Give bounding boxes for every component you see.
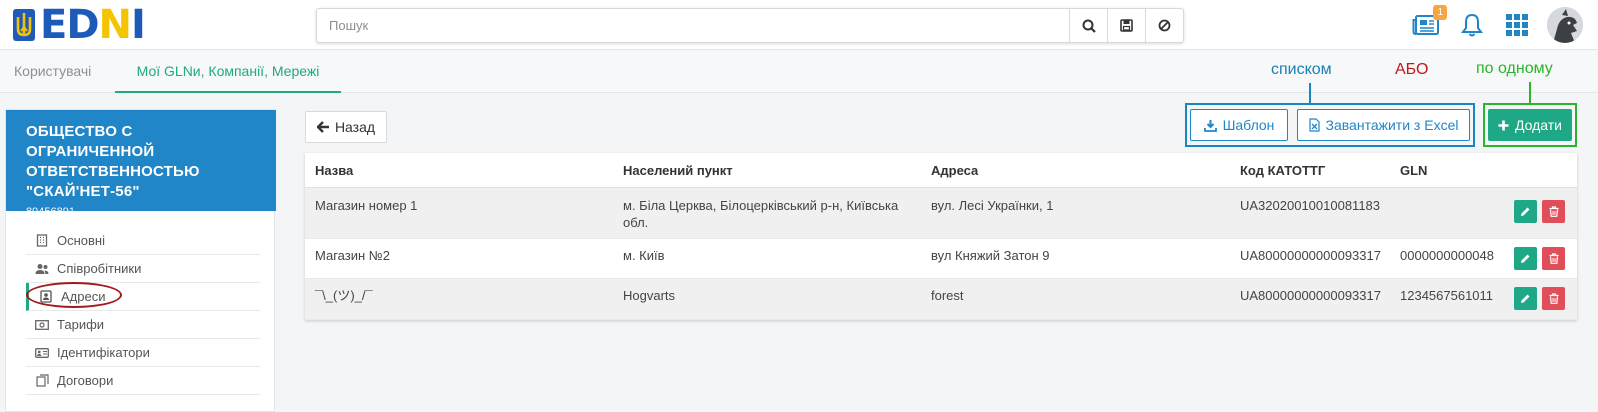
search-bar: [316, 8, 1184, 43]
table-header: Назва Населений пункт Адреса Код КАТОТТГ…: [305, 153, 1577, 188]
pencil-icon: [1521, 207, 1530, 216]
cell-address: вул. Лесі Українки, 1: [931, 198, 1054, 213]
notifications-button[interactable]: [1459, 10, 1485, 40]
annotation-one-by-one: по одному: [1476, 60, 1553, 77]
table-row[interactable]: ¯\_(ツ)_/¯ Hogvarts forest UA800000000000…: [305, 279, 1577, 320]
back-button[interactable]: Назад: [305, 111, 387, 143]
cell-gln: 1234567561011: [1400, 288, 1494, 303]
company-card: ОБЩЕСТВО С ОГРАНИЧЕННОЙ ОТВЕТСТВЕННОСТЬЮ…: [6, 110, 276, 218]
cell-gln: 0000000000048: [1400, 248, 1494, 263]
top-header: EDNI 1: [0, 0, 1598, 50]
cell-address: forest: [931, 288, 964, 303]
apps-button[interactable]: [1504, 10, 1530, 40]
news-button[interactable]: 1: [1411, 5, 1447, 40]
cell-name: ¯\_(ツ)_/¯: [315, 288, 373, 303]
trident-icon: [12, 8, 36, 42]
cell-name: Магазин номер 1: [315, 198, 418, 213]
annotation-list: списком: [1271, 61, 1332, 78]
cell-katottg: UA80000000000093317: [1240, 248, 1381, 263]
edin-logo[interactable]: EDNI: [12, 2, 146, 48]
ban-icon: [1158, 19, 1171, 32]
logo-wordmark: EDNI: [40, 2, 146, 48]
users-icon: [35, 262, 49, 276]
company-code: 89456891: [26, 206, 75, 218]
column-header-gln[interactable]: GLN: [1400, 153, 1427, 188]
menu-label: Договори: [57, 373, 114, 388]
cell-address: вул Княжий Затон 9: [931, 248, 1050, 263]
grid-icon: [1506, 14, 1528, 36]
column-header-city[interactable]: Населений пункт: [623, 153, 733, 188]
search-button[interactable]: [1069, 9, 1107, 42]
building-icon: [35, 234, 49, 248]
contact-card-icon: [39, 290, 53, 304]
menu-label: Співробітники: [57, 261, 142, 276]
cell-city: м. Біла Церква, Білоцерківський р-н, Киї…: [623, 198, 899, 230]
menu-item-tariffs[interactable]: Тарифи: [26, 311, 260, 339]
excel-file-icon: [1308, 118, 1320, 132]
delete-button[interactable]: [1542, 200, 1565, 223]
edit-button[interactable]: [1514, 247, 1537, 270]
cell-name: Магазин №2: [315, 248, 390, 263]
download-template-button[interactable]: Шаблон: [1190, 109, 1288, 141]
arrow-left-icon: [316, 121, 329, 133]
clear-search-button[interactable]: [1145, 9, 1183, 42]
table-row[interactable]: Магазин номер 1 м. Біла Церква, Білоцерк…: [305, 188, 1577, 239]
user-avatar[interactable]: [1547, 7, 1583, 43]
annotation-line-blue: [1309, 83, 1311, 103]
table-row[interactable]: Магазин №2 м. Київ вул Княжий Затон 9 UA…: [305, 239, 1577, 279]
delete-button[interactable]: [1542, 287, 1565, 310]
search-icon: [1082, 19, 1096, 33]
tabs-bar: Користувачі Мої GLNи, Компанії, Мережі: [0, 51, 1598, 93]
save-icon: [1120, 19, 1133, 32]
download-icon: [1203, 119, 1217, 132]
trash-icon: [1549, 253, 1558, 264]
column-header-katottg[interactable]: Код КАТОТТГ: [1240, 153, 1325, 188]
menu-label: Основні: [57, 233, 105, 248]
upload-excel-button[interactable]: Завантажити з Excel: [1297, 109, 1470, 141]
delete-button[interactable]: [1542, 247, 1565, 270]
menu-label: Адреси: [61, 289, 106, 304]
menu-item-employees[interactable]: Співробітники: [26, 255, 260, 283]
trash-icon: [1549, 293, 1558, 304]
documents-icon: [35, 374, 49, 388]
menu-item-addresses[interactable]: Адреси: [26, 283, 260, 311]
edit-button[interactable]: [1514, 287, 1537, 310]
column-header-address[interactable]: Адреса: [931, 153, 978, 188]
company-menu: Основні Співробітники Адреси Тарифи Іден…: [26, 227, 260, 395]
annotation-line-green: [1529, 82, 1531, 103]
trash-icon: [1549, 206, 1558, 217]
cell-city: м. Київ: [623, 248, 665, 263]
money-icon: [35, 318, 49, 332]
annotation-or: АБО: [1395, 61, 1429, 78]
addresses-table: Назва Населений пункт Адреса Код КАТОТТГ…: [305, 153, 1577, 320]
save-search-button[interactable]: [1107, 9, 1145, 42]
menu-item-main[interactable]: Основні: [26, 227, 260, 255]
column-header-name[interactable]: Назва: [315, 153, 353, 188]
menu-label: Ідентифікатори: [57, 345, 150, 360]
tab-my-glns[interactable]: Мої GLNи, Компанії, Мережі: [115, 51, 341, 93]
menu-item-contracts[interactable]: Договори: [26, 367, 260, 395]
add-address-button[interactable]: Додати: [1488, 109, 1572, 141]
id-card-icon: [35, 346, 49, 360]
pencil-icon: [1521, 254, 1530, 263]
cell-city: Hogvarts: [623, 288, 676, 303]
plus-icon: [1498, 120, 1509, 130]
bell-icon: [1461, 13, 1483, 37]
pencil-icon: [1521, 294, 1530, 303]
search-input[interactable]: [317, 9, 1069, 42]
company-name: ОБЩЕСТВО С ОГРАНИЧЕННОЙ ОТВЕТСТВЕННОСТЬЮ…: [26, 123, 200, 200]
edit-button[interactable]: [1514, 200, 1537, 223]
tab-users[interactable]: Користувачі: [14, 51, 91, 93]
company-panel: ОБЩЕСТВО С ОГРАНИЧЕННОЙ ОТВЕТСТВЕННОСТЬЮ…: [5, 109, 276, 412]
menu-label: Тарифи: [57, 317, 105, 332]
menu-item-identifiers[interactable]: Ідентифікатори: [26, 339, 260, 367]
cell-katottg: UA32020010010081183: [1240, 198, 1381, 213]
notification-badge: 1: [1433, 5, 1447, 20]
cell-katottg: UA80000000000093317: [1240, 288, 1381, 303]
